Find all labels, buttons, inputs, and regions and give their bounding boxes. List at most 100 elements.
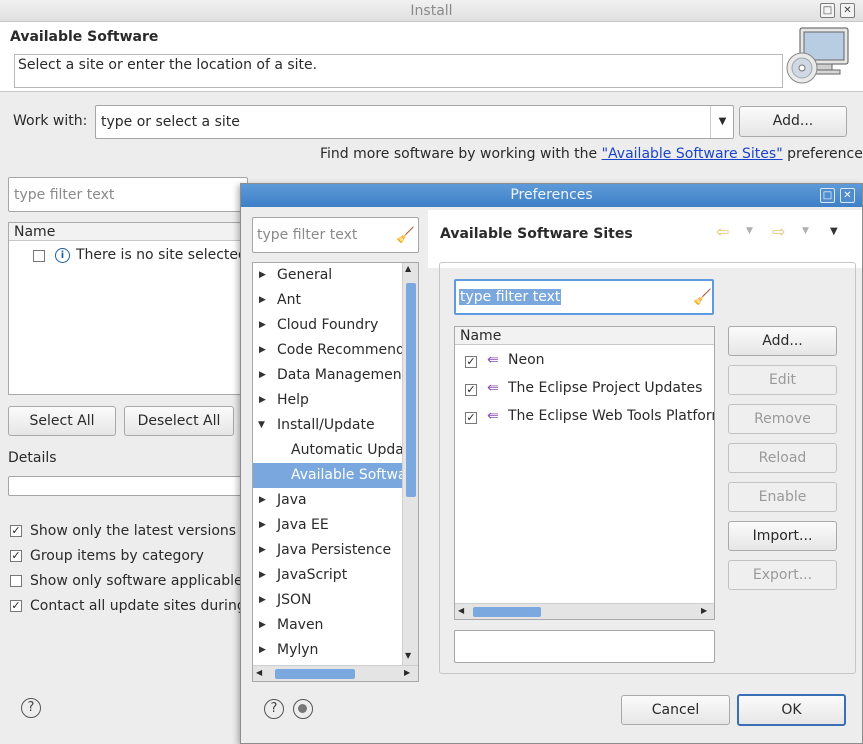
back-arrow-icon[interactable]: ⇦ (716, 222, 729, 241)
install-header: Available Software Select a site or ente… (0, 22, 863, 92)
tree-item-code-recommenders[interactable]: ▶ Code Recommende (253, 338, 414, 363)
tree-item-mylyn[interactable]: ▶ Mylyn (253, 638, 403, 663)
tree-item-json[interactable]: ▶ JSON (253, 588, 403, 613)
sites-table[interactable]: Name ✓ ⇚ Neon ✓ ⇚ The Eclipse Project Up… (454, 326, 715, 620)
sites-name-header[interactable]: Name (455, 327, 714, 345)
no-site-text: There is no site selected. (76, 247, 252, 263)
details-label: Details (8, 450, 57, 466)
site-row-web-tools[interactable]: ✓ ⇚ The Eclipse Web Tools Platform (455, 405, 714, 431)
back-menu-icon[interactable]: ▼ (746, 226, 753, 236)
option-checkbox-group[interactable]: ✓ (10, 550, 22, 562)
name-column-header[interactable]: Name (9, 223, 247, 241)
import-export-icon[interactable] (293, 699, 313, 719)
tree-item-data-management[interactable]: ▶ Data Management (253, 363, 407, 388)
edit-button[interactable]: Edit (728, 365, 837, 395)
scroll-right-icon[interactable]: ▶ (404, 668, 410, 677)
prefs-maximize-icon[interactable]: □ (820, 188, 835, 203)
option-checkbox-applicable[interactable] (10, 575, 22, 587)
install-items-table[interactable]: Name i There is no site selected. (8, 222, 252, 395)
help-icon[interactable]: ? (21, 698, 41, 718)
page-title: Available Software (10, 29, 159, 45)
tree-item-maven[interactable]: ▶ Maven (253, 613, 403, 638)
enable-button[interactable]: Enable (728, 482, 837, 512)
prefs-help-icon[interactable]: ? (264, 699, 284, 719)
tree-vscroll-thumb[interactable] (406, 283, 416, 497)
option-label-latest: Show only the latest versions of (30, 523, 255, 539)
prefs-filter-input[interactable]: type filter text 🧹 (252, 217, 419, 253)
scroll-left-icon[interactable]: ◀ (256, 668, 262, 677)
preferences-dialog: Preferences □ ✕ type filter text 🧹 ▶ Gene… (240, 183, 863, 744)
chevron-down-icon[interactable]: ▼ (710, 106, 734, 138)
message-area: Select a site or enter the location of a… (14, 54, 783, 88)
view-menu-icon[interactable]: ▼ (830, 226, 838, 237)
tree-item-javascript[interactable]: ▶ JavaScript (253, 563, 403, 588)
site-icon: ⇚ (487, 380, 499, 396)
tree-item-cloud-foundry[interactable]: ▶ Cloud Foundry (253, 313, 403, 338)
available-software-sites-link[interactable]: "Available Software Sites" (602, 146, 783, 162)
preferences-title-bar: Preferences (241, 184, 862, 207)
option-checkbox-latest[interactable]: ✓ (10, 525, 22, 537)
forward-arrow-icon[interactable]: ⇨ (772, 222, 785, 241)
prefs-filter-placeholder: type filter text (257, 227, 358, 243)
site-checkbox[interactable]: ✓ (465, 412, 477, 424)
site-checkbox[interactable]: ✓ (465, 356, 477, 368)
prefs-close-icon[interactable]: ✕ (840, 188, 855, 203)
monitor-cd-icon (786, 24, 856, 86)
sites-scroll-right-icon[interactable]: ▶ (701, 606, 707, 615)
tree-item-help[interactable]: ▶ Help (253, 388, 403, 413)
import-button[interactable]: Import... (728, 521, 837, 551)
tree-item-java-ee[interactable]: ▶ Java EE (253, 513, 403, 538)
tree-item-available-software-sites[interactable]: Available Softwa (253, 463, 406, 488)
reload-button[interactable]: Reload (728, 443, 837, 473)
add-site-button[interactable]: Add... (739, 106, 847, 137)
site-icon: ⇚ (487, 352, 499, 368)
site-checkbox[interactable]: ✓ (465, 384, 477, 396)
close-icon[interactable]: ✕ (840, 3, 855, 18)
option-checkbox-contact[interactable]: ✓ (10, 600, 22, 612)
install-title: Install (410, 3, 453, 19)
site-name: The Eclipse Project Updates (508, 380, 703, 396)
deselect-all-button[interactable]: Deselect All (124, 406, 234, 436)
no-site-checkbox[interactable] (33, 250, 45, 262)
sites-filter-input[interactable]: type filter text 🧹 (454, 279, 714, 315)
tree-item-java-persistence[interactable]: ▶ Java Persistence (253, 538, 403, 563)
install-filter-input[interactable]: type filter text (8, 177, 248, 212)
tree-item-install-update[interactable]: ▼ Install/Update (253, 413, 403, 438)
sites-clear-filter-icon[interactable]: 🧹 (693, 288, 712, 306)
sites-horizontal-scrollbar[interactable]: ◀ ▶ (455, 603, 714, 619)
scroll-up-icon[interactable]: ▲ (405, 264, 411, 273)
tree-item-general[interactable]: ▶ General (253, 263, 403, 288)
sites-scroll-left-icon[interactable]: ◀ (458, 606, 464, 615)
tree-vertical-scrollbar[interactable]: ▲ ▼ (402, 263, 418, 665)
details-field (8, 476, 248, 496)
tree-item-ant[interactable]: ▶ Ant (253, 288, 403, 313)
clear-filter-icon[interactable]: 🧹 (396, 226, 415, 244)
site-row-neon[interactable]: ✓ ⇚ Neon (455, 349, 714, 375)
prefs-tree[interactable]: ▶ General ▶ Ant ▶ Cloud Foundry ▶ Code Recom… (252, 262, 419, 682)
ok-button[interactable]: OK (737, 694, 846, 726)
export-button[interactable]: Export... (728, 560, 837, 590)
prefs-page-header: Available Software Sites ⇦ ▼ ⇨ ▼ ▼ (428, 210, 862, 268)
scroll-down-icon[interactable]: ▼ (405, 651, 411, 660)
select-all-button[interactable]: Select All (8, 406, 116, 436)
site-details-field (454, 630, 715, 663)
find-more-prefix: Find more software by working with the (320, 146, 602, 162)
add-button[interactable]: Add... (728, 326, 837, 356)
tree-hscroll-thumb[interactable] (275, 669, 355, 679)
tree-item-java[interactable]: ▶ Java (253, 488, 403, 513)
tree-horizontal-scrollbar[interactable]: ◀ ▶ (253, 665, 418, 681)
work-with-value: type or select a site (101, 114, 240, 130)
find-more-suffix: preferences. (787, 146, 863, 162)
remove-button[interactable]: Remove (728, 404, 837, 434)
work-with-combo[interactable]: type or select a site ▼ (95, 105, 734, 139)
sites-hscroll-thumb[interactable] (473, 607, 541, 617)
sites-filter-value: type filter text (459, 289, 562, 305)
install-title-bar: Install (0, 0, 863, 22)
cancel-button[interactable]: Cancel (621, 695, 730, 725)
site-row-eclipse-project[interactable]: ✓ ⇚ The Eclipse Project Updates (455, 377, 714, 403)
maximize-icon[interactable]: □ (820, 3, 835, 18)
tree-item-automatic-updates[interactable]: Automatic Updat (253, 438, 409, 463)
site-name: Neon (508, 352, 545, 368)
forward-menu-icon[interactable]: ▼ (802, 226, 809, 236)
site-icon: ⇚ (487, 408, 499, 424)
